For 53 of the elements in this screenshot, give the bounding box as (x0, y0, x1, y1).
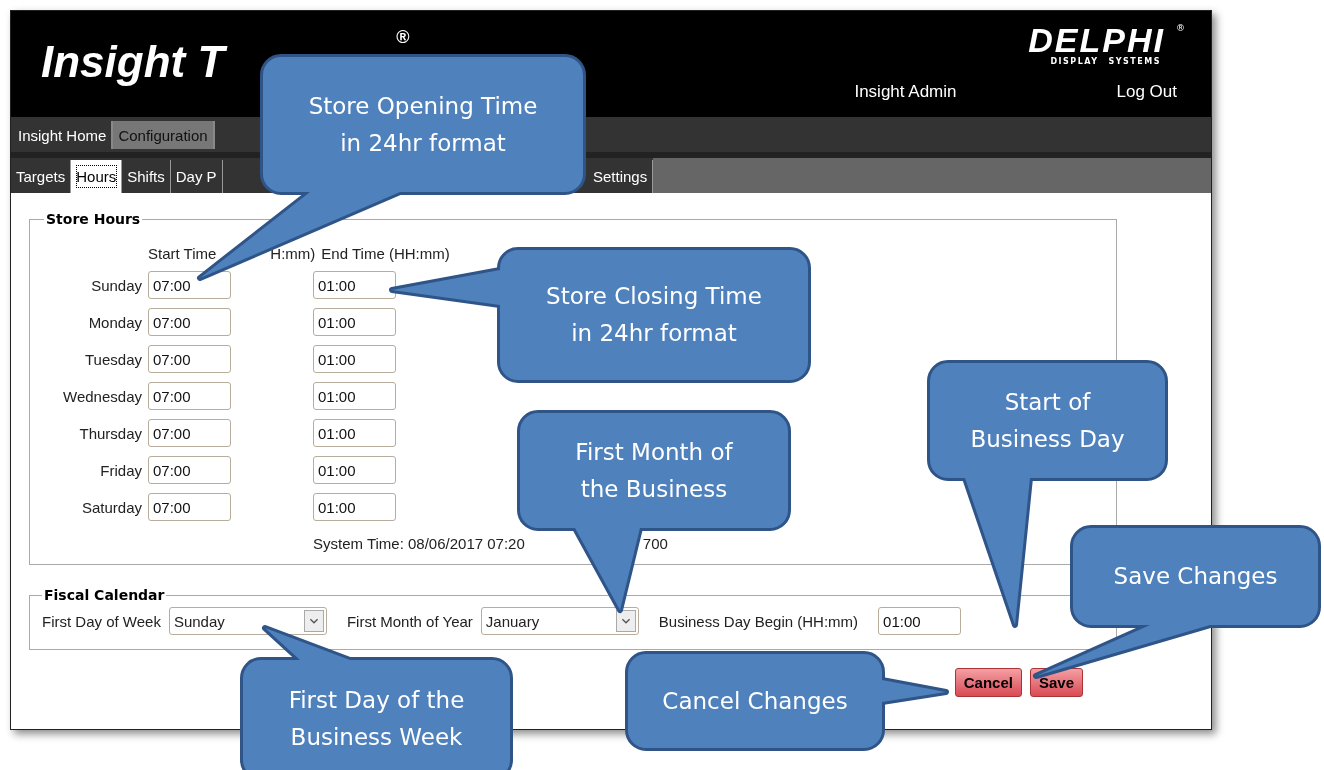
end-time-field[interactable]: 01:00 (313, 345, 396, 373)
end-time-field[interactable]: 01:00 (313, 456, 396, 484)
callout-text: Cancel Changes (662, 686, 848, 716)
column-header: H:mm) (270, 245, 316, 262)
callout-text: Start of Business Day (970, 387, 1125, 454)
system-time-text: 700 (642, 535, 668, 552)
end-time-field[interactable]: 01:00 (313, 382, 396, 410)
callout-text: Store Closing Time in 24hr format (546, 282, 762, 348)
field-label: Business Day Begin (HH:mm) (658, 612, 859, 630)
brand-subtitle: SYSTEMS (1108, 57, 1161, 66)
callout-text: First Month of the Business (575, 437, 733, 504)
section-title: Store Hours (45, 211, 142, 227)
column-header: End Time (HH:mm) (321, 245, 450, 262)
end-time-field[interactable]: 01:00 (313, 419, 396, 447)
registered-mark: ® (396, 27, 410, 48)
user-name: Insight Admin (854, 82, 957, 102)
day-label: Saturday (80, 498, 142, 516)
day-label: Friday (99, 461, 142, 479)
day-label: Tuesday (84, 350, 142, 368)
callout-text: Store Opening Time in 24hr format (308, 91, 538, 158)
start-time-field[interactable]: 07:00 (148, 308, 231, 336)
callout-text: First Day of the Business Week (288, 686, 465, 752)
caret-icon (303, 610, 324, 632)
system-time-text: System Time: 08/06/2017 07:20 (313, 535, 525, 552)
brand-logo-text: DELPHI (1028, 23, 1165, 57)
day-label: Sunday (90, 276, 142, 294)
section-title: Fiscal Calendar (43, 587, 166, 603)
business-day-field[interactable]: 01:00 (878, 607, 962, 635)
logout-link[interactable]: Log Out (1116, 82, 1177, 102)
day-label: Wednesday (62, 387, 142, 405)
callout-text: Save Changes (1113, 562, 1278, 591)
registered-mark: ® (1176, 23, 1185, 33)
start-time-field[interactable]: 07:00 (148, 271, 231, 299)
brand-subtitle: DISPLAY (1050, 57, 1099, 66)
tab[interactable]: Hours (71, 160, 123, 193)
cancel-button[interactable]: Cancel (954, 668, 1022, 697)
field-label: First Day of Week (42, 612, 161, 630)
end-time-field[interactable]: 01:00 (313, 271, 396, 299)
end-time-field[interactable]: 01:00 (313, 308, 396, 336)
column-header: Start Time (148, 245, 217, 262)
nav-tab[interactable]: Configuration (113, 121, 215, 149)
caret-icon (615, 610, 636, 632)
start-time-field[interactable]: 07:00 (148, 345, 231, 373)
start-time-field[interactable]: 07:00 (148, 456, 231, 484)
field-label: First Month of Year (346, 612, 473, 630)
start-time-field[interactable]: 07:00 (148, 493, 231, 521)
end-time-field[interactable]: 01:00 (313, 493, 396, 521)
first-month-dropdown[interactable]: January (480, 607, 639, 635)
first-day-dropdown[interactable]: Sunday (168, 607, 327, 635)
day-label: Thursday (78, 424, 142, 442)
day-label: Monday (87, 313, 142, 331)
start-time-field[interactable]: 07:00 (148, 382, 231, 410)
start-time-field[interactable]: 07:00 (148, 419, 231, 447)
